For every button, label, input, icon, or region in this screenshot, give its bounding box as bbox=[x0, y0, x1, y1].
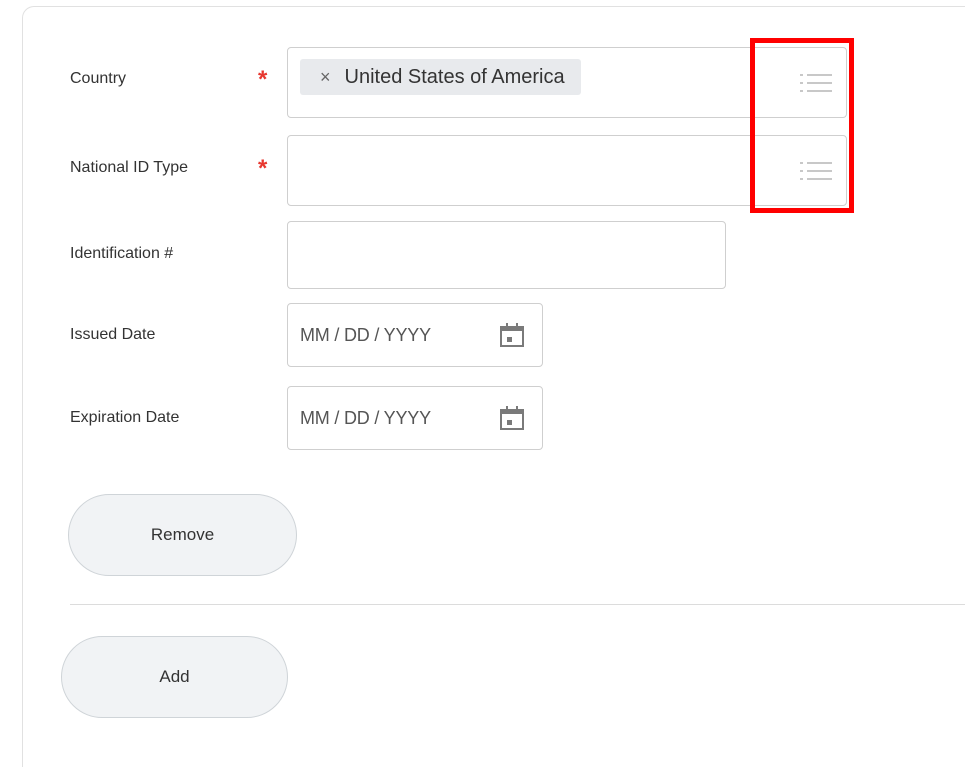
highlight-annotation-box bbox=[750, 38, 854, 213]
issued-date-placeholder: MM / DD / YYYY bbox=[300, 324, 431, 345]
issued-date-label: Issued Date bbox=[70, 326, 156, 343]
remove-selection-icon[interactable]: × bbox=[320, 67, 331, 88]
remove-button[interactable]: Remove bbox=[68, 494, 297, 576]
calendar-icon[interactable] bbox=[498, 404, 526, 432]
national-id-type-required-mark: * bbox=[258, 155, 268, 182]
country-label: Country bbox=[70, 70, 127, 87]
expiration-date-placeholder: MM / DD / YYYY bbox=[300, 407, 431, 428]
country-required-mark: * bbox=[258, 66, 268, 93]
divider bbox=[70, 604, 965, 605]
country-selected-value: United States of America bbox=[344, 65, 565, 88]
identification-input[interactable] bbox=[287, 221, 726, 289]
calendar-icon[interactable] bbox=[498, 321, 526, 349]
add-button[interactable]: Add bbox=[61, 636, 288, 718]
issued-date-input[interactable]: MM / DD / YYYY bbox=[287, 303, 543, 367]
expiration-date-label: Expiration Date bbox=[70, 409, 180, 426]
expiration-date-input[interactable]: MM / DD / YYYY bbox=[287, 386, 543, 450]
national-id-type-label: National ID Type bbox=[70, 159, 188, 176]
identification-label: Identification # bbox=[70, 245, 174, 262]
country-selected-pill: × United States of America bbox=[300, 59, 581, 95]
